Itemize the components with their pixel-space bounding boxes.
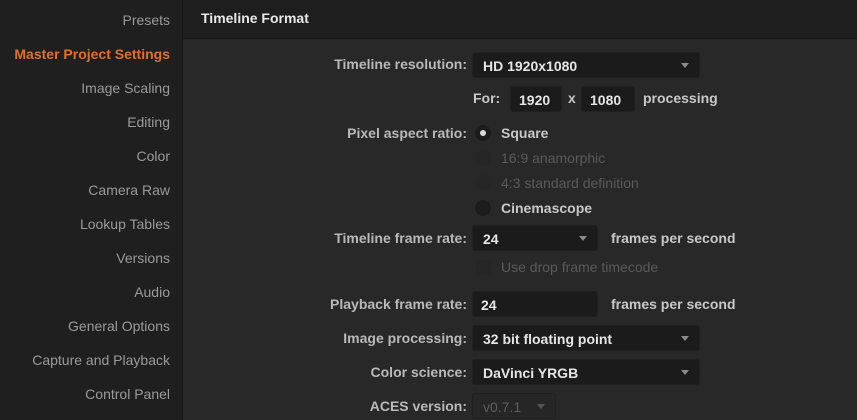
color-science-value: DaVinci YRGB <box>483 365 579 381</box>
radio-cinemascope[interactable] <box>475 200 491 216</box>
image-processing-value: 32 bit floating point <box>483 331 613 347</box>
sidebar-item-color[interactable]: Color <box>137 147 170 165</box>
chevron-down-icon <box>681 63 689 68</box>
processing-width-value: 1920 <box>519 92 551 108</box>
timeline-frame-rate-suffix: frames per second <box>611 230 736 246</box>
radio-4-3-standard-definition <box>475 175 491 191</box>
timeline-frame-rate-label: Timeline frame rate: <box>334 230 467 246</box>
playback-frame-rate-suffix: frames per second <box>611 296 736 312</box>
radio-square-label: Square <box>501 125 549 141</box>
timeline-resolution-value: HD 1920x1080 <box>483 58 578 74</box>
radio-selected-dot-icon <box>480 130 486 136</box>
sidebar-item-general-options[interactable]: General Options <box>68 317 170 335</box>
sidebar-item-capture-and-playback[interactable]: Capture and Playback <box>32 351 170 369</box>
chevron-down-icon <box>579 236 587 241</box>
radio-cinemascope-label: Cinemascope <box>501 200 593 216</box>
drop-frame-checkbox <box>476 260 491 275</box>
color-science-dropdown[interactable]: DaVinci YRGB <box>472 359 700 385</box>
radio-16-9-anamorphic <box>475 150 491 166</box>
sidebar-item-control-panel[interactable]: Control Panel <box>85 385 170 403</box>
processing-height-field[interactable]: 1080 <box>581 86 635 112</box>
aces-version-dropdown: v0.7.1 <box>472 393 556 419</box>
processing-width-field[interactable]: 1920 <box>510 86 562 112</box>
sidebar-item-master-project-settings[interactable]: Master Project Settings <box>14 45 170 63</box>
chevron-down-icon <box>537 404 545 409</box>
radio-16-9-anamorphic-label: 16:9 anamorphic <box>501 150 606 166</box>
playback-frame-rate-field[interactable]: 24 <box>472 291 598 317</box>
image-processing-label: Image processing: <box>343 330 467 346</box>
settings-panel: Timeline resolution: HD 1920x1080 For: 1… <box>183 39 857 420</box>
timeline-resolution-dropdown[interactable]: HD 1920x1080 <box>472 52 700 78</box>
sidebar-item-camera-raw[interactable]: Camera Raw <box>88 181 170 199</box>
color-science-label: Color science: <box>370 364 467 380</box>
timeline-frame-rate-value: 24 <box>483 231 499 247</box>
section-header: Timeline Format <box>183 0 857 39</box>
sidebar-item-presets[interactable]: Presets <box>123 11 170 29</box>
sidebar-item-versions[interactable]: Versions <box>116 249 170 267</box>
chevron-down-icon <box>681 336 689 341</box>
aces-version-value: v0.7.1 <box>483 399 522 415</box>
for-label: For: <box>473 90 501 106</box>
by-label: x <box>568 90 576 106</box>
playback-frame-rate-value: 24 <box>481 297 497 313</box>
sidebar-item-editing[interactable]: Editing <box>127 113 170 131</box>
playback-frame-rate-label: Playback frame rate: <box>330 296 467 312</box>
radio-4-3-standard-definition-label: 4:3 standard definition <box>501 175 639 191</box>
processing-height-value: 1080 <box>590 92 622 108</box>
section-title: Timeline Format <box>201 10 309 26</box>
chevron-down-icon <box>681 370 689 375</box>
radio-square[interactable] <box>475 125 491 141</box>
sidebar-item-image-scaling[interactable]: Image Scaling <box>81 79 170 97</box>
pixel-aspect-ratio-label: Pixel aspect ratio: <box>347 125 467 141</box>
processing-suffix: processing <box>643 90 718 106</box>
sidebar: Presets Master Project Settings Image Sc… <box>0 0 183 420</box>
timeline-frame-rate-dropdown[interactable]: 24 <box>472 225 598 251</box>
image-processing-dropdown[interactable]: 32 bit floating point <box>472 325 700 351</box>
aces-version-label: ACES version: <box>369 398 467 414</box>
timeline-resolution-label: Timeline resolution: <box>334 56 467 72</box>
drop-frame-label: Use drop frame timecode <box>501 259 659 275</box>
sidebar-item-audio[interactable]: Audio <box>134 283 170 301</box>
sidebar-item-lookup-tables[interactable]: Lookup Tables <box>80 215 170 233</box>
